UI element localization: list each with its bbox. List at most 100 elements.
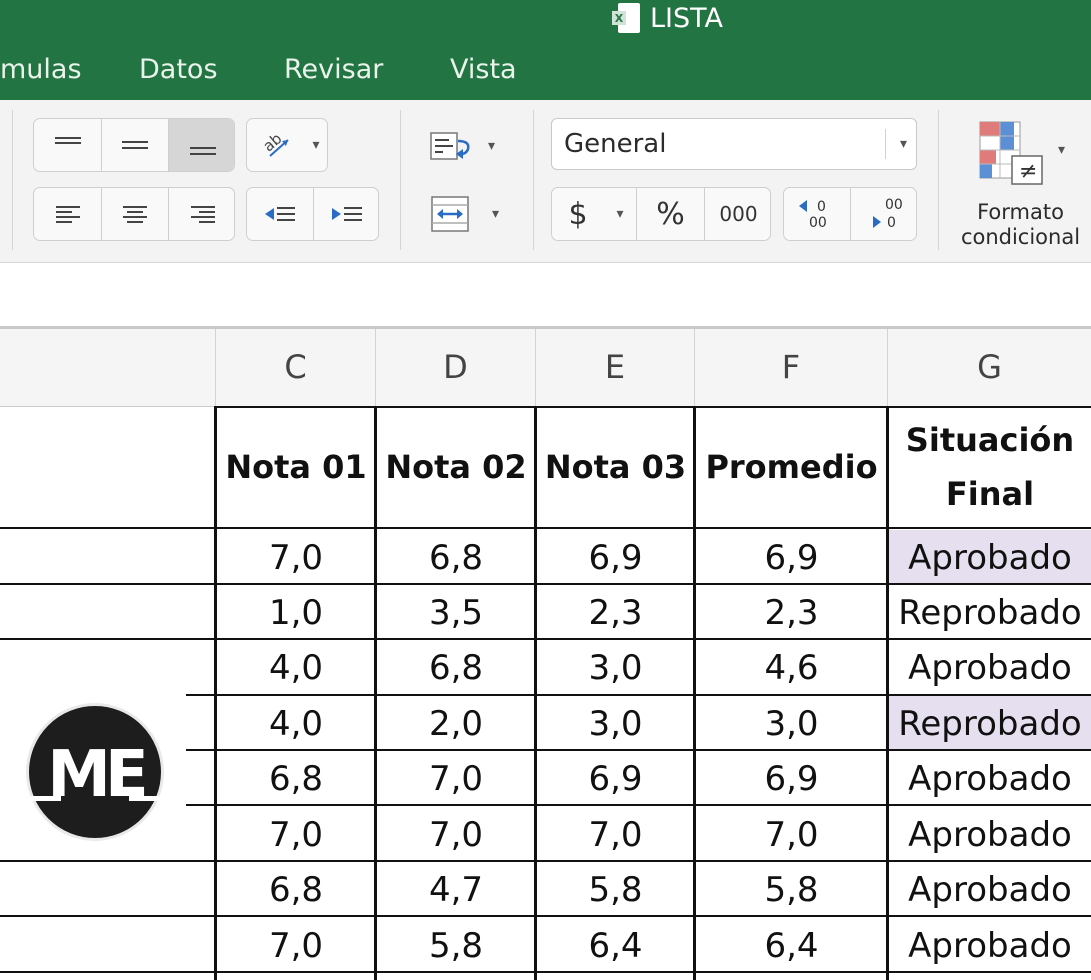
document-title-text: LISTA xyxy=(650,2,724,34)
grid-border xyxy=(0,638,1091,640)
percent-button[interactable]: % xyxy=(637,188,704,240)
column-header-g[interactable]: G xyxy=(887,329,1091,406)
table-cell[interactable]: Aprobado xyxy=(889,862,1091,917)
table-cell[interactable]: 7,0 xyxy=(377,751,535,806)
chevron-down-icon: ▾ xyxy=(899,136,907,152)
tab-vista[interactable]: Vista xyxy=(450,50,517,90)
table-cell[interactable]: Aprobado xyxy=(889,640,1091,695)
align-center-icon xyxy=(123,206,147,223)
table-cell[interactable]: 6,9 xyxy=(537,751,694,806)
column-header-f[interactable]: F xyxy=(694,329,887,406)
grid-border xyxy=(693,406,696,980)
table-cell[interactable]: 5,8 xyxy=(696,862,887,917)
currency-button[interactable]: $ xyxy=(552,188,604,240)
table-cell[interactable]: 7,0 xyxy=(377,807,535,862)
grid-border xyxy=(186,804,1091,806)
svg-text:≠: ≠ xyxy=(1019,159,1037,184)
table-cell[interactable]: 6,4 xyxy=(696,918,887,973)
conditional-format-icon: ≠ ▾ xyxy=(979,121,1065,185)
thousands-button[interactable]: 000 xyxy=(705,188,770,240)
grid-border xyxy=(186,749,1091,751)
tab-datos[interactable]: Datos xyxy=(139,50,218,90)
table-cell[interactable]: 2,3 xyxy=(696,585,887,640)
grid-border xyxy=(214,406,217,980)
table-cell[interactable]: 3,5 xyxy=(377,585,535,640)
number-format-select[interactable]: General ▾ xyxy=(551,118,917,170)
align-middle-button[interactable] xyxy=(102,119,168,171)
column-header-d[interactable]: D xyxy=(375,329,535,406)
grid-border xyxy=(0,583,1091,585)
table-cell[interactable]: 7,0 xyxy=(696,807,887,862)
table-cell[interactable]: 4,0 xyxy=(217,696,375,751)
table-cell[interactable]: 6,4 xyxy=(537,918,694,973)
header-situacion-final[interactable]: Situación Final xyxy=(889,406,1091,528)
column-header-e[interactable]: E xyxy=(535,329,694,406)
table-cell[interactable]: 4,6 xyxy=(696,640,887,695)
title-bar: X LISTA mulas Datos Revisar Vista xyxy=(0,0,1091,100)
tab-revisar[interactable]: Revisar xyxy=(284,50,383,90)
column-header-c[interactable]: C xyxy=(215,329,375,406)
table-cell[interactable]: Aprobado xyxy=(889,807,1091,862)
conditional-format-button[interactable]: ≠ ▾ xyxy=(978,120,1078,190)
decrease-indent-button[interactable] xyxy=(247,188,313,240)
increase-decimal-icon: 0 00 xyxy=(799,199,827,231)
table-cell[interactable]: Aprobado xyxy=(889,751,1091,806)
formula-bar[interactable] xyxy=(0,263,1091,327)
table-cell[interactable]: 5,8 xyxy=(377,918,535,973)
align-left-icon xyxy=(55,206,80,223)
table-cell[interactable]: 6,9 xyxy=(537,530,694,585)
table-cell[interactable]: 6,8 xyxy=(377,530,535,585)
svg-text:0: 0 xyxy=(817,199,826,215)
header-promedio[interactable]: Promedio xyxy=(696,406,887,528)
table-cell[interactable]: Aprobado xyxy=(889,918,1091,973)
ribbon-separator xyxy=(533,110,534,250)
table-cell[interactable]: 2,3 xyxy=(537,585,694,640)
conditional-format-label-line1: Formato xyxy=(977,200,1064,224)
align-top-button[interactable] xyxy=(34,119,101,171)
table-cell[interactable]: 6,8 xyxy=(217,862,375,917)
table-cell[interactable]: 5,8 xyxy=(537,862,694,917)
table-cell[interactable]: 2,0 xyxy=(377,696,535,751)
decrease-decimal-button[interactable]: 00 0 xyxy=(851,188,916,240)
align-left-button[interactable] xyxy=(34,188,101,240)
increase-decimal-button[interactable]: 0 00 xyxy=(784,188,850,240)
table-cell[interactable]: 7,0 xyxy=(217,918,375,973)
table-cell[interactable]: 4,7 xyxy=(377,862,535,917)
text-orientation-button[interactable]: ab ▾ xyxy=(246,118,328,172)
align-right-icon xyxy=(190,206,215,223)
header-nota-02[interactable]: Nota 02 xyxy=(377,406,535,528)
table-cell[interactable]: 3,0 xyxy=(537,640,694,695)
grid-border xyxy=(0,915,1091,917)
table-cell[interactable]: 6,8 xyxy=(217,751,375,806)
vertical-align-group xyxy=(33,118,235,172)
grid-border xyxy=(534,406,537,980)
merge-cells-button[interactable]: ▾ xyxy=(430,194,510,234)
table-cell[interactable]: 3,0 xyxy=(696,696,887,751)
table-cell[interactable]: Aprobado xyxy=(889,530,1091,585)
currency-dropdown[interactable]: ▾ xyxy=(604,188,636,240)
svg-text:00: 00 xyxy=(885,197,903,213)
table-cell[interactable]: 6,9 xyxy=(696,530,887,585)
grid-border xyxy=(0,860,1091,862)
wrap-text-button[interactable]: ▾ xyxy=(428,126,508,166)
align-right-button[interactable] xyxy=(169,188,234,240)
horizontal-align-group xyxy=(33,187,235,241)
table-cell[interactable]: 7,0 xyxy=(217,807,375,862)
header-nota-01[interactable]: Nota 01 xyxy=(217,406,375,528)
table-cell[interactable]: 7,0 xyxy=(537,807,694,862)
align-center-button[interactable] xyxy=(102,188,168,240)
table-cell[interactable]: 1,0 xyxy=(217,585,375,640)
indent-group xyxy=(246,187,379,241)
table-cell[interactable]: Reprobado xyxy=(889,696,1091,751)
table-cell[interactable]: 7,0 xyxy=(217,530,375,585)
align-bottom-button[interactable] xyxy=(169,119,234,171)
tab-formulas[interactable]: mulas xyxy=(0,50,82,90)
header-nota-03[interactable]: Nota 03 xyxy=(537,406,694,528)
increase-indent-button[interactable] xyxy=(314,188,378,240)
table-cell[interactable]: 6,8 xyxy=(377,640,535,695)
table-cell[interactable]: 3,0 xyxy=(537,696,694,751)
excel-doc-icon: X xyxy=(612,3,640,33)
table-cell[interactable]: Reprobado xyxy=(889,585,1091,640)
table-cell[interactable]: 4,0 xyxy=(217,640,375,695)
table-cell[interactable]: 6,9 xyxy=(696,751,887,806)
